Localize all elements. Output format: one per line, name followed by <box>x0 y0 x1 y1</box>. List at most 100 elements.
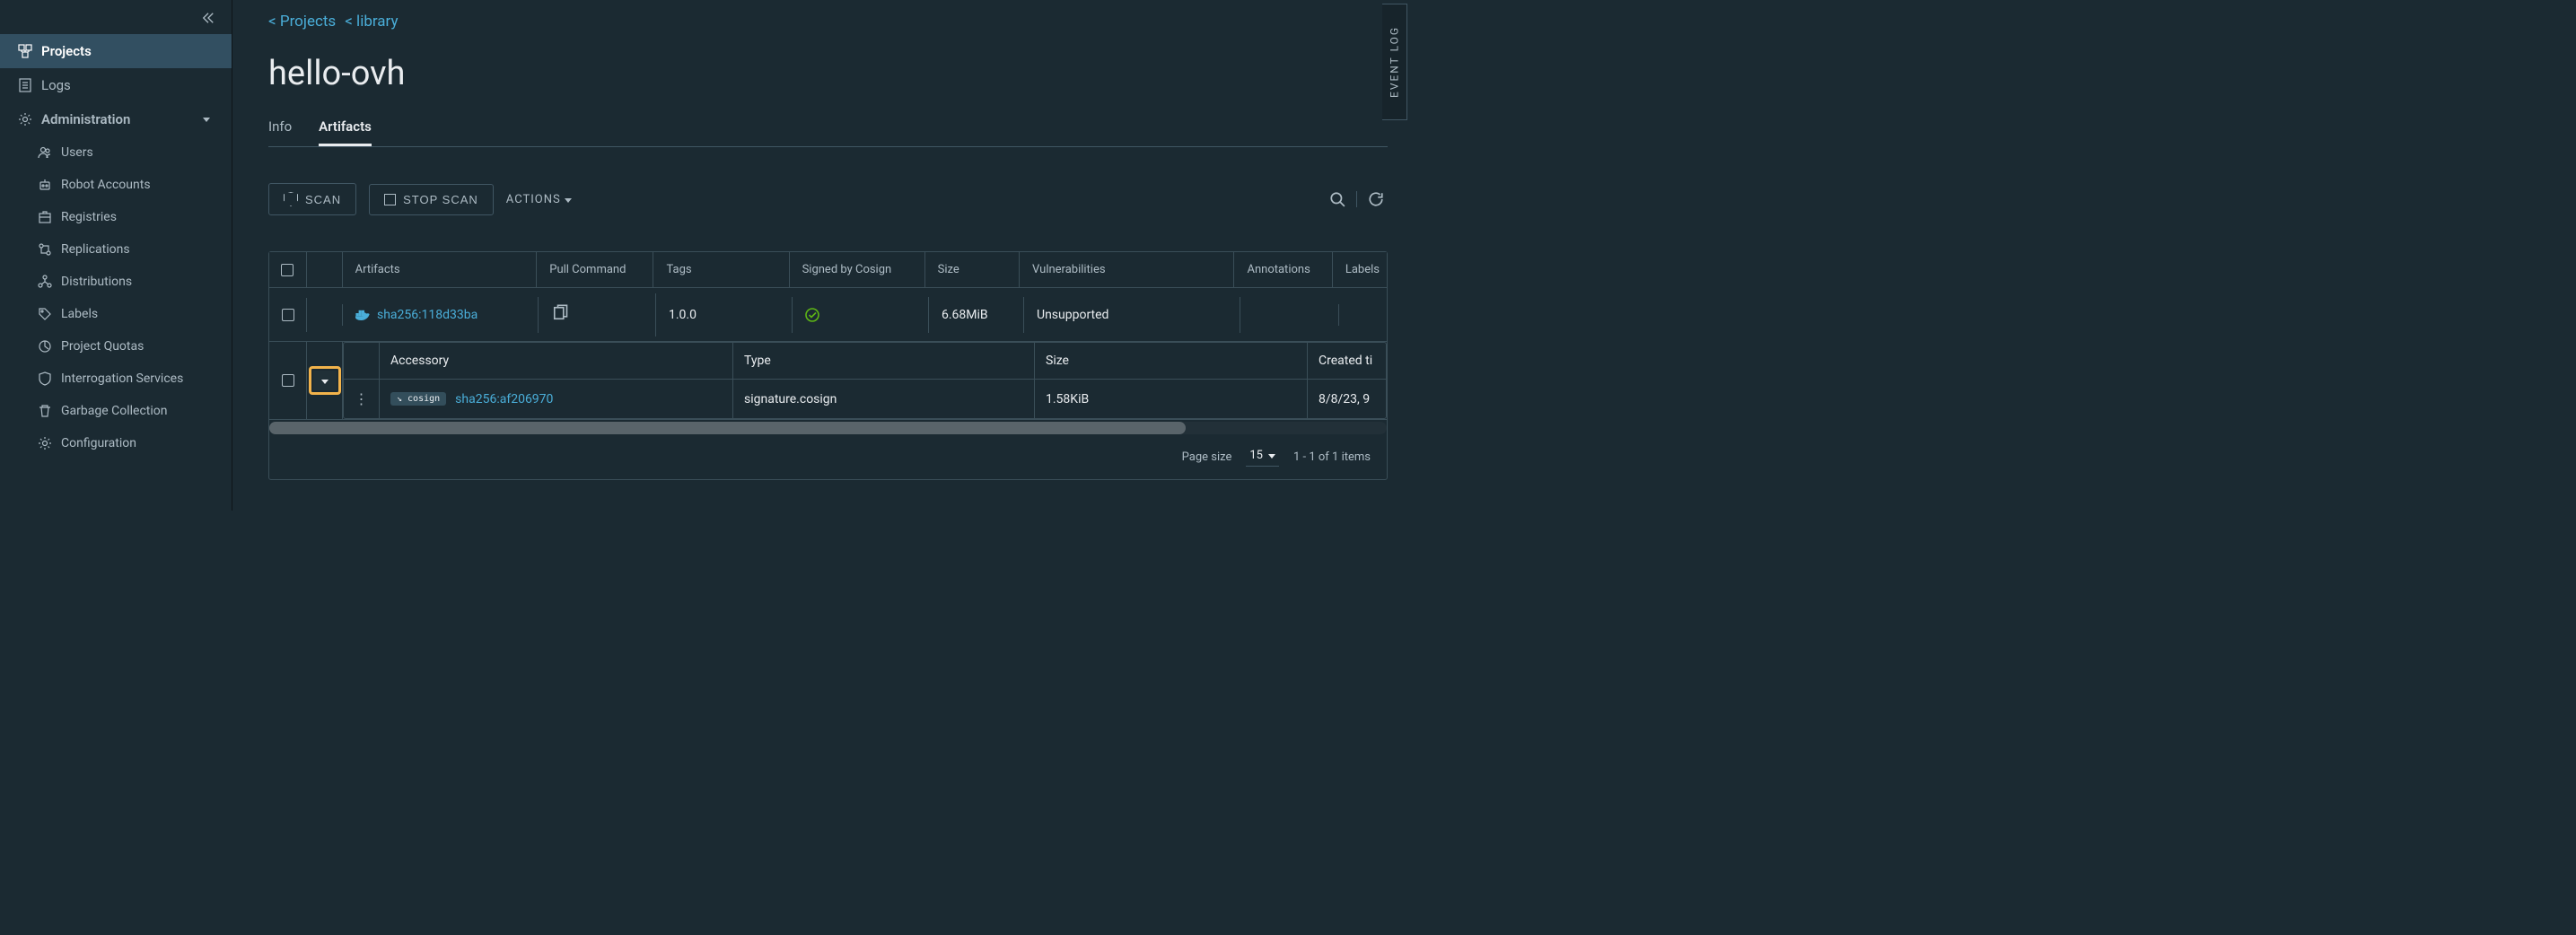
registries-icon <box>38 210 52 224</box>
row-checkbox[interactable] <box>282 374 294 387</box>
copy-pull-command[interactable] <box>551 304 569 326</box>
cell-size: 6.68MiB <box>929 297 1024 333</box>
robot-icon <box>38 178 52 192</box>
artifact-hash: sha256:118d33ba <box>377 308 478 322</box>
sidebar-admin-label: Administration <box>41 111 130 127</box>
header-labels[interactable]: Labels <box>1333 252 1387 287</box>
tag-icon <box>38 307 52 321</box>
header-size[interactable]: Size <box>925 252 1020 287</box>
cell-tags: 1.0.0 <box>656 297 793 333</box>
header-annotations[interactable]: Annotations <box>1234 252 1332 287</box>
sidebar-item-garbage[interactable]: Garbage Collection <box>0 395 232 427</box>
accessory-table: Accessory Type Size Created ti ↘ cosign … <box>343 342 1387 419</box>
sidebar-item-replications[interactable]: Replications <box>0 233 232 266</box>
actions-label: ACTIONS <box>506 193 561 206</box>
header-acc-size[interactable]: Size <box>1035 343 1308 379</box>
sidebar-item-registries[interactable]: Registries <box>0 201 232 233</box>
breadcrumb-library[interactable]: < library <box>345 13 398 31</box>
header-vuln[interactable]: Vulnerabilities <box>1020 252 1234 287</box>
projects-icon <box>18 44 32 58</box>
refresh-button[interactable] <box>1364 188 1388 211</box>
sidebar-item-label: Interrogation Services <box>61 371 183 386</box>
header-pull-command[interactable]: Pull Command <box>537 252 653 287</box>
artifact-link[interactable]: sha256:118d33ba <box>355 308 478 322</box>
table-row-expanded: Accessory Type Size Created ti ↘ cosign … <box>269 342 1387 420</box>
table-footer: Page size 15 1 - 1 of 1 items <box>269 436 1387 479</box>
gear-icon <box>38 436 52 450</box>
event-log-label: EVENT LOG <box>1389 26 1401 98</box>
sidebar-item-project-quotas[interactable]: Project Quotas <box>0 330 232 363</box>
refresh-icon <box>1368 191 1384 207</box>
breadcrumb-projects[interactable]: < Projects <box>268 13 336 31</box>
gear-icon <box>18 112 32 127</box>
header-signed[interactable]: Signed by Cosign <box>790 252 925 287</box>
signed-check-icon <box>805 308 819 322</box>
expand-toggle[interactable] <box>309 366 341 395</box>
sidebar-item-robot-accounts[interactable]: Robot Accounts <box>0 169 232 201</box>
actions-dropdown[interactable]: ACTIONS <box>506 193 572 206</box>
page-size-select[interactable]: 15 <box>1246 447 1279 467</box>
sidebar-item-label: Distributions <box>61 275 132 289</box>
users-icon <box>38 145 52 160</box>
scan-button[interactable]: SCAN <box>268 183 356 215</box>
event-log-toggle[interactable]: EVENT LOG <box>1382 4 1407 120</box>
header-tags[interactable]: Tags <box>653 252 789 287</box>
sidebar-collapse-button[interactable] <box>0 5 232 34</box>
search-icon <box>1329 191 1345 207</box>
cell-vuln: Unsupported <box>1024 297 1240 333</box>
sidebar-item-labels[interactable]: Labels <box>0 298 232 330</box>
stop-scan-label: STOP SCAN <box>403 193 478 206</box>
logs-icon <box>18 78 32 92</box>
stop-icon <box>384 194 396 205</box>
sidebar-item-label: Project Quotas <box>61 339 144 354</box>
select-all-checkbox[interactable] <box>281 264 294 276</box>
sidebar-item-label: Projects <box>41 43 92 59</box>
sidebar-item-label: Replications <box>61 242 130 257</box>
pagination-range: 1 - 1 of 1 items <box>1293 450 1371 464</box>
sidebar-item-label: Users <box>61 145 93 160</box>
scrollbar-thumb[interactable] <box>269 422 1186 434</box>
accessory-hash-link[interactable]: sha256:af206970 <box>455 392 553 406</box>
chevron-down-icon <box>1268 449 1275 462</box>
toolbar: SCAN STOP SCAN ACTIONS <box>268 183 1388 215</box>
docker-icon <box>355 308 370 322</box>
main-content: < Projects < library hello-ovh Info Arti… <box>232 0 1407 511</box>
sidebar-item-logs[interactable]: Logs <box>0 68 232 102</box>
header-type[interactable]: Type <box>733 343 1035 379</box>
artifacts-table: Artifacts Pull Command Tags Signed by Co… <box>268 251 1388 480</box>
page-size-value: 15 <box>1249 449 1263 462</box>
sidebar-admin-group[interactable]: Administration <box>0 102 232 136</box>
quota-icon <box>38 339 52 354</box>
tab-artifacts[interactable]: Artifacts <box>319 118 372 146</box>
cosign-badge: ↘ cosign <box>390 392 446 406</box>
chevron-down-icon <box>565 193 572 206</box>
sidebar-item-label: Registries <box>61 210 117 224</box>
chevron-down-icon <box>199 112 214 127</box>
cell-acc-type: signature.cosign <box>733 380 1035 418</box>
sidebar-item-users[interactable]: Users <box>0 136 232 169</box>
chevron-down-icon <box>321 373 329 388</box>
horizontal-scrollbar[interactable] <box>269 422 1387 434</box>
sidebar-item-label: Garbage Collection <box>61 404 168 418</box>
trash-icon <box>38 404 52 418</box>
row-checkbox[interactable] <box>282 309 294 321</box>
search-button[interactable] <box>1326 188 1349 211</box>
sidebar-item-configuration[interactable]: Configuration <box>0 427 232 459</box>
page-size-label: Page size <box>1182 450 1232 464</box>
sidebar-item-label: Labels <box>61 307 98 321</box>
breadcrumb: < Projects < library <box>268 13 1407 31</box>
sidebar: Projects Logs Administration Users Robot… <box>0 0 232 511</box>
tab-info[interactable]: Info <box>268 118 292 146</box>
sidebar-item-projects[interactable]: Projects <box>0 34 232 68</box>
page-title: hello-ovh <box>268 54 1407 93</box>
header-created[interactable]: Created ti <box>1308 343 1386 379</box>
row-actions-menu[interactable] <box>355 390 369 407</box>
cell-acc-size: 1.58KiB <box>1035 380 1308 418</box>
table-row: sha256:118d33ba 1.0.0 6.68MiB Unsupporte… <box>269 288 1387 342</box>
chevron-double-left-icon <box>201 11 215 25</box>
sidebar-item-interrogation[interactable]: Interrogation Services <box>0 363 232 395</box>
header-accessory[interactable]: Accessory <box>380 343 733 379</box>
header-artifacts[interactable]: Artifacts <box>343 252 538 287</box>
sidebar-item-distributions[interactable]: Distributions <box>0 266 232 298</box>
stop-scan-button[interactable]: STOP SCAN <box>369 184 494 215</box>
